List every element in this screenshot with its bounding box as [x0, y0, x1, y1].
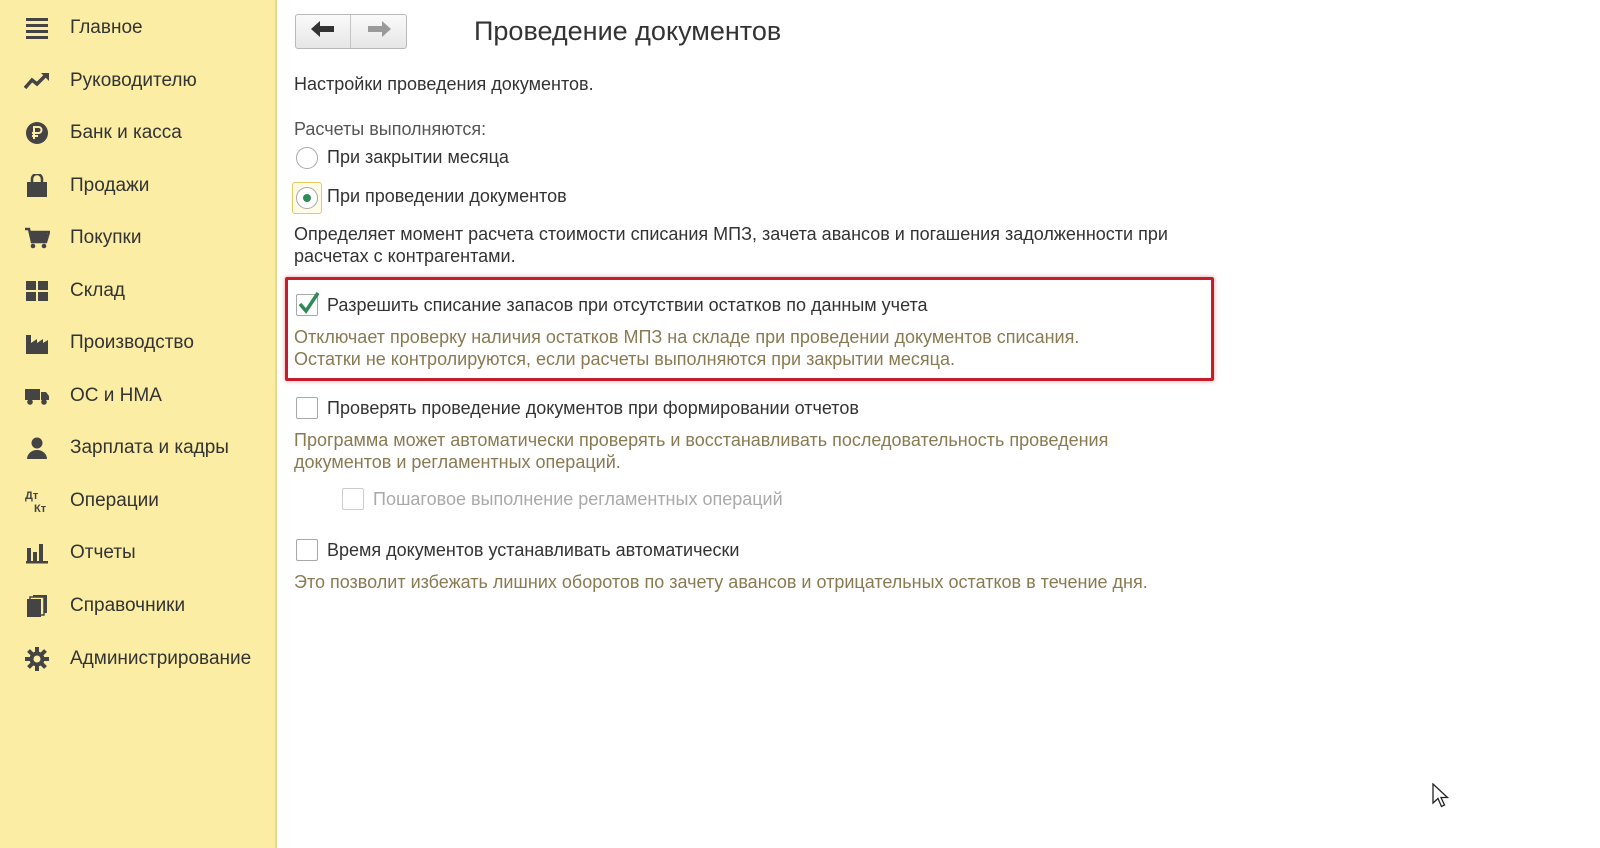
sidebar: Главное Руководителю Банк и касса Продаж… — [0, 0, 277, 848]
sidebar-item-label: Производство — [70, 332, 194, 353]
allow-writeoff-label[interactable]: Разрешить списание запасов при отсутстви… — [327, 295, 928, 316]
sidebar-item-manager[interactable]: Руководителю — [0, 59, 275, 103]
sidebar-item-label: Банк и касса — [70, 122, 182, 143]
sidebar-item-label: Администрирование — [70, 648, 252, 669]
bar-chart-icon — [24, 540, 50, 566]
radio-month-close-label[interactable]: При закрытии месяца — [327, 147, 509, 168]
calc-group-label: Расчеты выполняются: — [294, 119, 487, 139]
sidebar-item-reports[interactable]: Отчеты — [0, 531, 275, 575]
form-subtitle: Настройки проведения документов. — [294, 74, 594, 94]
sidebar-item-salary[interactable]: Зарплата и кадры — [0, 426, 275, 470]
auto-time-hint: Это позволит избежать лишних оборотов по… — [294, 572, 1148, 592]
auto-time-label[interactable]: Время документов устанавливать автоматич… — [327, 540, 739, 561]
sidebar-item-main[interactable]: Главное — [0, 6, 275, 50]
main-content: Проведение документов Настройки проведен… — [277, 0, 1600, 848]
calc-description-line-2: расчетах с контрагентами. — [294, 246, 516, 266]
sidebar-item-warehouse[interactable]: Склад — [0, 269, 275, 313]
auto-time-checkbox[interactable] — [296, 539, 318, 561]
calc-description-line-1: Определяет момент расчета стоимости спис… — [294, 224, 1168, 244]
step-by-step-checkbox[interactable] — [342, 488, 364, 510]
sidebar-item-label: Покупки — [70, 227, 142, 248]
arrow-left-icon — [311, 21, 335, 42]
trend-icon — [24, 68, 50, 94]
sidebar-item-label: Руководителю — [70, 70, 197, 91]
warehouse-icon — [24, 278, 50, 304]
sidebar-item-catalogs[interactable]: Справочники — [0, 584, 275, 628]
check-posting-hint-line-1: Программа может автоматически проверять … — [294, 430, 1109, 450]
sidebar-item-production[interactable]: Производство — [0, 321, 275, 365]
allow-writeoff-checkbox[interactable] — [296, 292, 320, 316]
sidebar-item-admin[interactable]: Администрирование — [0, 637, 275, 681]
sidebar-item-label: Продажи — [70, 175, 150, 196]
gear-icon — [24, 646, 50, 672]
sidebar-item-purchases[interactable]: Покупки — [0, 216, 275, 260]
mouse-cursor-icon — [1432, 782, 1450, 814]
checkmark-icon — [298, 291, 320, 320]
svg-text:Дт: Дт — [25, 490, 39, 502]
cart-icon — [24, 225, 50, 251]
truck-icon — [24, 383, 50, 409]
navigation-buttons — [295, 14, 407, 49]
svg-text:Кт: Кт — [34, 503, 47, 514]
sidebar-item-label: Операции — [70, 490, 159, 511]
step-by-step-label[interactable]: Пошаговое выполнение регламентных операц… — [373, 489, 783, 510]
radio-document-posting-label[interactable]: При проведении документов — [327, 186, 567, 207]
ruble-icon — [24, 120, 50, 146]
menu-icon — [24, 15, 50, 41]
sidebar-item-label: Справочники — [70, 595, 186, 616]
check-posting-label[interactable]: Проверять проведение документов при форм… — [327, 398, 859, 419]
forward-button[interactable] — [351, 15, 406, 48]
allow-writeoff-hint-line-2: Остатки не контролируются, если расчеты … — [294, 349, 955, 369]
page-title: Проведение документов — [474, 16, 782, 46]
sidebar-item-label: ОС и НМА — [70, 385, 162, 406]
dt-kt-icon: Дт Кт — [24, 488, 50, 514]
person-icon — [24, 435, 50, 461]
sidebar-item-bank[interactable]: Банк и касса — [0, 111, 275, 155]
factory-icon — [24, 330, 50, 356]
sidebar-item-operations[interactable]: Дт Кт Операции — [0, 479, 275, 523]
sidebar-item-label: Склад — [70, 280, 125, 301]
sidebar-item-label: Отчеты — [70, 542, 136, 563]
sidebar-item-label: Зарплата и кадры — [70, 437, 229, 458]
radio-month-close[interactable] — [296, 147, 318, 169]
check-posting-checkbox[interactable] — [296, 397, 318, 419]
sidebar-item-label: Главное — [70, 17, 143, 38]
check-posting-hint-line-2: документов и регламентных операций. — [294, 452, 621, 472]
back-button[interactable] — [296, 15, 352, 48]
radio-document-posting[interactable] — [296, 187, 318, 209]
arrow-right-icon — [367, 21, 391, 42]
shopping-bag-icon — [24, 173, 50, 199]
sidebar-item-assets[interactable]: ОС и НМА — [0, 374, 275, 418]
allow-writeoff-hint-line-1: Отключает проверку наличия остатков МПЗ … — [294, 327, 1080, 347]
sidebar-item-sales[interactable]: Продажи — [0, 164, 275, 208]
books-icon — [24, 593, 50, 619]
radio-selected-dot — [303, 194, 311, 202]
